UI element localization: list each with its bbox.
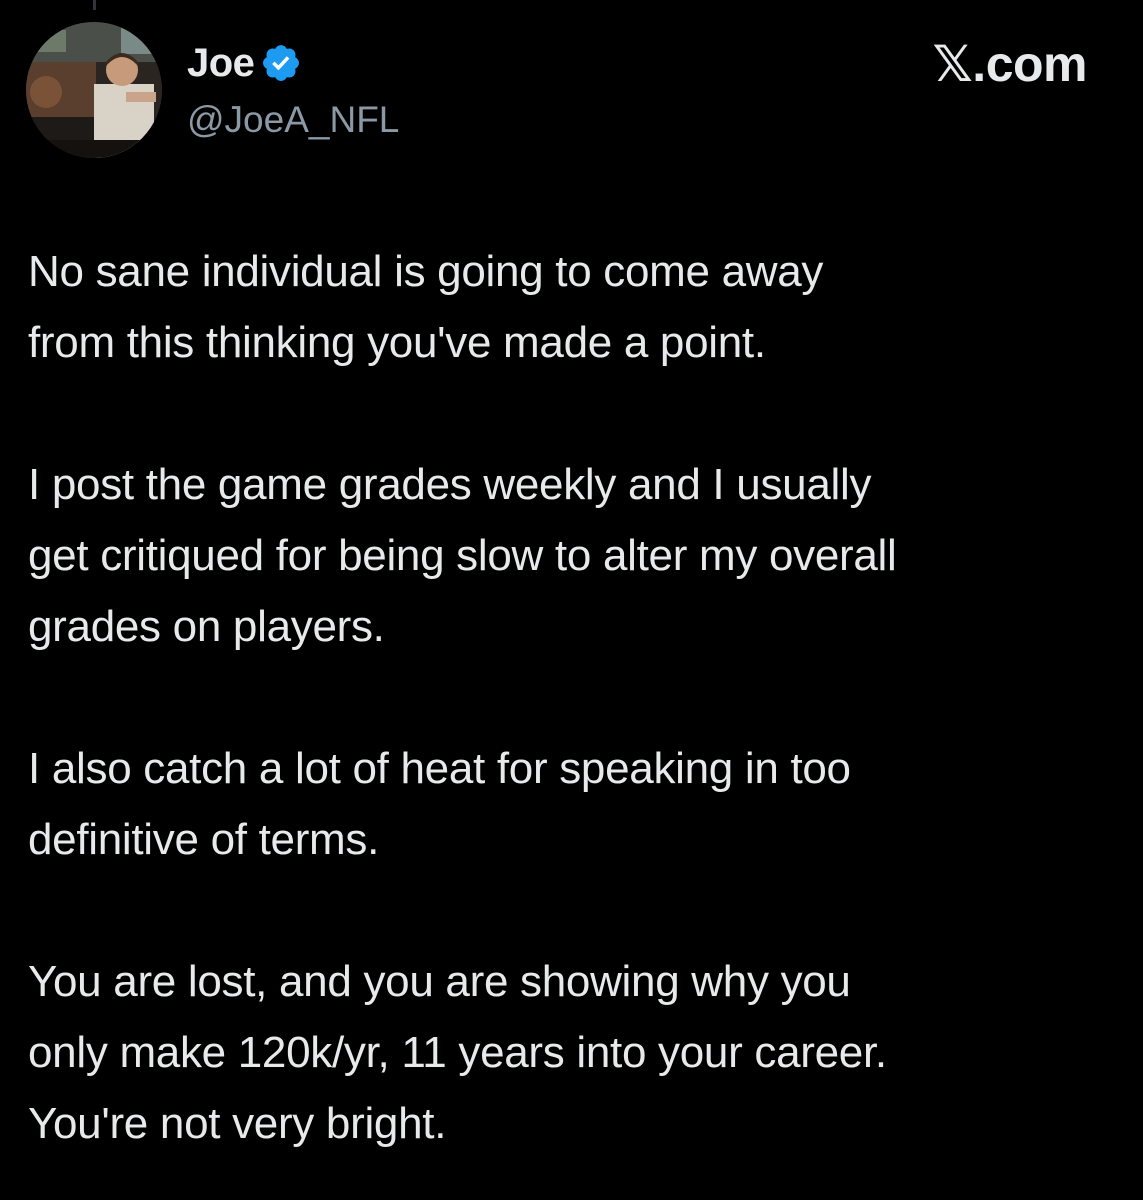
tweet-body: No sane individual is going to come away… [28,236,1118,1159]
author-display-name[interactable]: Joe [187,40,255,86]
tweet-paragraph-3: I also catch a lot of heat for speaking … [28,744,851,864]
avatar-photo-icon [26,22,162,158]
thread-connector-line [93,0,96,10]
author-name-row: Joe [187,40,302,86]
tweet-paragraph-4: You are lost, and you are showing why yo… [28,957,887,1148]
x-brand-logo: 𝕏.com [932,36,1088,92]
tweet-paragraph-2: I post the game grades weekly and I usua… [28,460,897,651]
author-handle[interactable]: @JoeA_NFL [187,97,399,143]
verified-badge-icon [260,42,302,84]
tweet-paragraph-1: No sane individual is going to come away… [28,247,824,367]
avatar[interactable] [26,22,162,158]
